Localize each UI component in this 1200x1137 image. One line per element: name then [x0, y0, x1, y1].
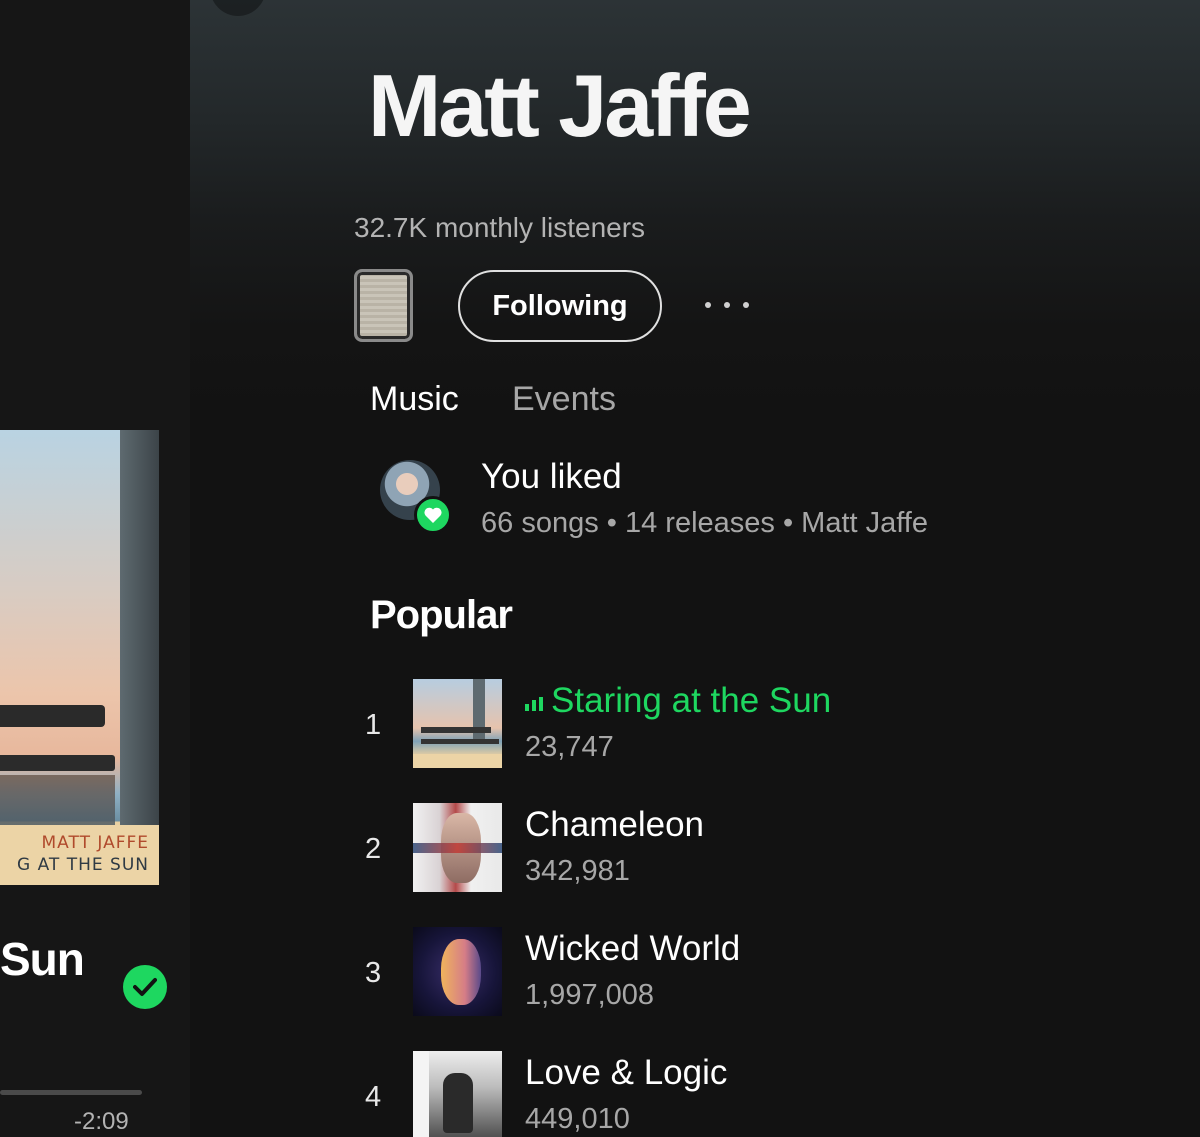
liked-subtitle: 66 songs • 14 releases • Matt Jaffe — [481, 507, 928, 539]
remaining-time: -2:09 — [74, 1108, 129, 1135]
now-playing-title: Sun — [0, 933, 85, 985]
track-cover-art — [413, 927, 502, 1016]
track-title-text: Staring at the Sun — [551, 681, 832, 720]
popular-heading: Popular — [370, 593, 513, 637]
now-playing-cover-art: MATT JAFFE G AT THE SUN — [0, 430, 159, 885]
track-title: Staring at the Sun — [525, 681, 831, 721]
track-title: Love & Logic — [525, 1053, 728, 1092]
artist-name: Matt Jaffe — [368, 56, 752, 155]
track-rank: 2 — [365, 833, 382, 865]
artist-preview-thumbnail[interactable] — [354, 269, 413, 342]
track-row[interactable]: 3 Wicked World 1,997,008 — [365, 927, 1125, 1019]
following-button[interactable]: Following — [458, 270, 662, 342]
track-title: Chameleon — [525, 805, 704, 844]
track-rank: 3 — [365, 957, 382, 989]
track-play-count: 23,747 — [525, 731, 614, 763]
track-rank: 4 — [365, 1081, 382, 1113]
now-playing-panel: MATT JAFFE G AT THE SUN Sun -2:09 — [0, 0, 190, 1137]
cover-art-label: MATT JAFFE G AT THE SUN — [0, 825, 159, 885]
track-cover-art — [413, 679, 502, 768]
heart-icon — [414, 496, 452, 534]
track-title: Wicked World — [525, 929, 741, 968]
now-playing-equalizer-icon — [525, 695, 543, 711]
liked-title: You liked — [481, 457, 622, 496]
artist-page: Matt Jaffe 32.7K monthly listeners Follo… — [190, 0, 1200, 1137]
tab-events[interactable]: Events — [512, 380, 616, 419]
cover-art-bench-shadow — [0, 775, 115, 825]
track-play-count: 449,010 — [525, 1103, 630, 1135]
track-play-count: 1,997,008 — [525, 979, 655, 1011]
cover-art-title-text: G AT THE SUN — [17, 855, 149, 875]
saved-check-icon[interactable] — [123, 965, 167, 1009]
playback-progress-bar[interactable] — [0, 1090, 142, 1095]
track-play-count: 342,981 — [525, 855, 630, 887]
monthly-listeners: 32.7K monthly listeners — [354, 212, 646, 243]
cover-art-bench-seat — [0, 755, 115, 771]
track-cover-art — [413, 1051, 502, 1137]
cover-art-bench-back — [0, 705, 105, 727]
track-row[interactable]: 2 Chameleon 342,981 — [365, 803, 1125, 895]
more-options-icon[interactable] — [705, 290, 749, 320]
track-cover-art — [413, 803, 502, 892]
tab-music[interactable]: Music — [370, 380, 459, 419]
track-rank: 1 — [365, 709, 382, 741]
cover-art-post — [120, 430, 159, 830]
liked-songs-row[interactable]: You liked 66 songs • 14 releases • Matt … — [380, 455, 1140, 545]
cover-art-artist-text: MATT JAFFE — [41, 833, 149, 853]
back-button[interactable] — [210, 0, 266, 16]
track-row[interactable]: 4 Love & Logic 449,010 — [365, 1051, 1125, 1137]
track-row[interactable]: 1 Staring at the Sun 23,747 — [365, 679, 1125, 771]
